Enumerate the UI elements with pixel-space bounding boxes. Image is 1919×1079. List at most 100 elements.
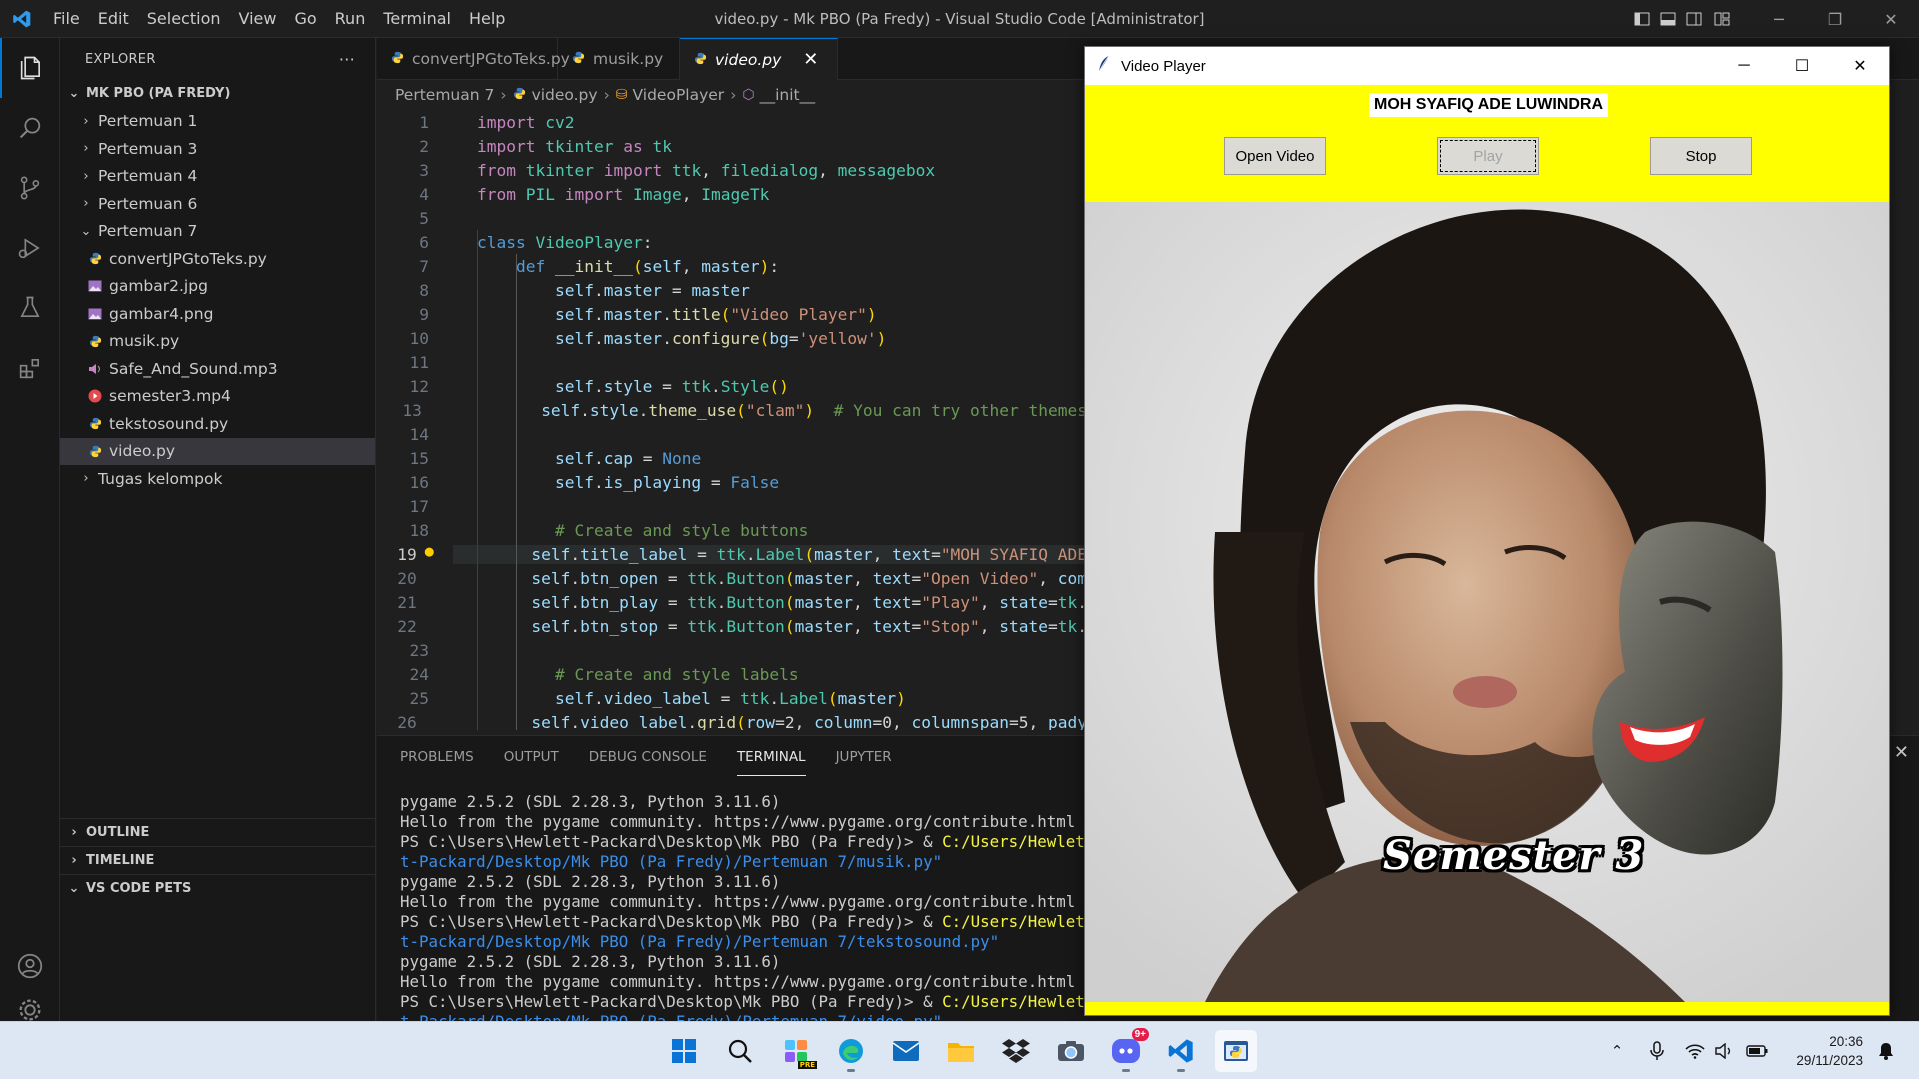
start-windows-icon[interactable] bbox=[663, 1030, 705, 1072]
menu-file[interactable]: File bbox=[44, 0, 89, 38]
microphone-icon[interactable] bbox=[1645, 1039, 1669, 1063]
customize-layout-icon[interactable] bbox=[1707, 0, 1737, 38]
notifications-bell-icon[interactable] bbox=[1874, 1039, 1898, 1063]
editor-tab[interactable]: video.py ✕ bbox=[680, 38, 838, 80]
dropbox-icon[interactable] bbox=[995, 1030, 1037, 1072]
code-line[interactable]: 16 self.is_playing = False bbox=[377, 470, 1087, 494]
vp-close-icon[interactable]: ✕ bbox=[1831, 47, 1889, 85]
code-line[interactable]: 8 self.master = master bbox=[377, 278, 1087, 302]
code-line[interactable]: 4 from PIL import Image, ImageTk bbox=[377, 182, 1087, 206]
vp-maximize-icon[interactable]: ☐ bbox=[1773, 47, 1831, 85]
wifi-icon[interactable] bbox=[1683, 1039, 1707, 1063]
menu-help[interactable]: Help bbox=[460, 0, 514, 38]
file-item[interactable]: semester3.mp4 bbox=[60, 383, 375, 411]
file-item[interactable]: gambar2.jpg bbox=[60, 273, 375, 301]
file-item[interactable]: Safe_And_Sound.mp3 bbox=[60, 355, 375, 383]
file-explorer-icon[interactable] bbox=[940, 1030, 982, 1072]
code-line[interactable]: 13 self.style.theme_use("clam") # You ca… bbox=[377, 398, 1087, 422]
play-button[interactable]: Play bbox=[1437, 137, 1539, 175]
explorer-icon[interactable] bbox=[0, 38, 60, 98]
panel-tab-problems[interactable]: PROBLEMS bbox=[400, 739, 474, 775]
tab-close-icon[interactable]: ✕ bbox=[803, 49, 818, 70]
code-line[interactable]: 11 bbox=[377, 350, 1087, 374]
code-line[interactable]: 26 self.video_label.grid(row=2, column=0… bbox=[377, 710, 1087, 731]
menu-edit[interactable]: Edit bbox=[89, 0, 138, 38]
testing-icon[interactable] bbox=[0, 278, 60, 338]
python-taskbar-icon[interactable] bbox=[1215, 1030, 1257, 1072]
code-line[interactable]: 12 self.style = ttk.Style() bbox=[377, 374, 1087, 398]
folder-item[interactable]: › Pertemuan 4 bbox=[60, 163, 375, 191]
file-item[interactable]: gambar4.png bbox=[60, 300, 375, 328]
close-icon[interactable]: ✕ bbox=[1863, 0, 1919, 38]
code-line[interactable]: 2 import tkinter as tk bbox=[377, 134, 1087, 158]
video-player-titlebar[interactable]: Video Player ─ ☐ ✕ bbox=[1085, 47, 1889, 85]
vscode-pets-section[interactable]: ⌄ VS CODE PETS bbox=[60, 874, 376, 902]
code-line[interactable]: 18 # Create and style buttons bbox=[377, 518, 1087, 542]
lightbulb-icon[interactable]: ● bbox=[425, 542, 434, 560]
panel-tab-terminal[interactable]: TERMINAL bbox=[736, 739, 806, 776]
battery-icon[interactable] bbox=[1745, 1039, 1769, 1063]
folder-item[interactable]: › Pertemuan 1 bbox=[60, 108, 375, 136]
vscode-taskbar-icon[interactable] bbox=[1160, 1030, 1202, 1072]
open-video-button[interactable]: Open Video bbox=[1224, 137, 1326, 175]
vp-minimize-icon[interactable]: ─ bbox=[1715, 47, 1773, 85]
file-item[interactable]: musik.py bbox=[60, 328, 375, 356]
panel-close-icon[interactable]: ✕ bbox=[1894, 742, 1909, 763]
restore-icon[interactable]: ❐ bbox=[1807, 0, 1863, 38]
code-line[interactable]: 22 self.btn_stop = ttk.Button(master, te… bbox=[377, 614, 1087, 638]
run-debug-icon[interactable] bbox=[0, 218, 60, 278]
code-line[interactable]: 17 bbox=[377, 494, 1087, 518]
minimize-icon[interactable]: ─ bbox=[1751, 0, 1807, 38]
show-hidden-icons-chevron-icon[interactable]: ⌃ bbox=[1605, 1039, 1629, 1063]
code-line[interactable]: 20 self.btn_open = ttk.Button(master, te… bbox=[377, 566, 1087, 590]
panel-tab-debug-console[interactable]: DEBUG CONSOLE bbox=[589, 739, 707, 775]
volume-icon[interactable] bbox=[1712, 1039, 1736, 1063]
code-line[interactable]: 15 self.cap = None bbox=[377, 446, 1087, 470]
copilot-icon[interactable]: PRE bbox=[775, 1030, 817, 1072]
file-item[interactable]: video.py bbox=[60, 437, 375, 465]
menu-go[interactable]: Go bbox=[285, 0, 325, 38]
code-line[interactable]: 19 ● self.title_label = ttk.Label(master,… bbox=[377, 542, 1087, 566]
breadcrumb-method[interactable]: __init__ bbox=[760, 86, 816, 104]
code-line[interactable]: 3 from tkinter import ttk, filedialog, me… bbox=[377, 158, 1087, 182]
extensions-icon[interactable] bbox=[0, 338, 60, 398]
toggle-secondary-sidebar-icon[interactable] bbox=[1681, 0, 1707, 38]
code-line[interactable]: 14 bbox=[377, 422, 1087, 446]
stop-button[interactable]: Stop bbox=[1650, 137, 1752, 175]
toggle-primary-sidebar-icon[interactable] bbox=[1629, 0, 1655, 38]
code-line[interactable]: 25 self.video_label = ttk.Label(master) bbox=[377, 686, 1087, 710]
code-line[interactable]: 24 # Create and style labels bbox=[377, 662, 1087, 686]
folder-item[interactable]: › Tugas kelompok bbox=[60, 465, 375, 493]
explorer-more-icon[interactable]: ··· bbox=[339, 50, 355, 69]
file-item[interactable]: tekstosound.py bbox=[60, 410, 375, 438]
code-line[interactable]: 1 import cv2 bbox=[377, 110, 1087, 134]
folder-item[interactable]: ⌄ Pertemuan 7 bbox=[60, 218, 375, 246]
code-line[interactable]: 23 bbox=[377, 638, 1087, 662]
menu-terminal[interactable]: Terminal bbox=[374, 0, 460, 38]
folder-item[interactable]: › Pertemuan 6 bbox=[60, 190, 375, 218]
outline-section[interactable]: › OUTLINE bbox=[60, 818, 376, 846]
panel-tab-jupyter[interactable]: JUPYTER bbox=[836, 739, 892, 775]
code-line[interactable]: 6 class VideoPlayer: bbox=[377, 230, 1087, 254]
code-line[interactable]: 9 self.master.title("Video Player") bbox=[377, 302, 1087, 326]
workspace-root[interactable]: ⌄ MK PBO (PA FREDY) bbox=[60, 80, 375, 108]
edge-browser-icon[interactable] bbox=[830, 1030, 872, 1072]
code-line[interactable]: 21 self.btn_play = ttk.Button(master, te… bbox=[377, 590, 1087, 614]
breadcrumb-class[interactable]: VideoPlayer bbox=[633, 86, 725, 104]
search-taskbar-icon[interactable] bbox=[719, 1030, 761, 1072]
source-control-icon[interactable] bbox=[0, 158, 60, 218]
code-line[interactable]: 7 def __init__(self, master): bbox=[377, 254, 1087, 278]
breadcrumb-file[interactable]: video.py bbox=[532, 86, 598, 104]
file-item[interactable]: convertJPGtoTeks.py bbox=[60, 245, 375, 273]
manage-gear-icon[interactable] bbox=[0, 996, 60, 1021]
menu-view[interactable]: View bbox=[230, 0, 286, 38]
timeline-section[interactable]: › TIMELINE bbox=[60, 846, 376, 874]
editor-tab[interactable]: convertJPGtoTeks.py bbox=[377, 38, 570, 80]
search-icon[interactable] bbox=[0, 98, 60, 158]
code-editor[interactable]: 1 import cv2 2 import tkinter as tk 3 from tk… bbox=[377, 110, 1087, 730]
camera-icon[interactable] bbox=[1050, 1030, 1092, 1072]
code-line[interactable]: 5 bbox=[377, 206, 1087, 230]
editor-tab[interactable]: musik.py bbox=[558, 38, 680, 80]
code-line[interactable]: 10 self.master.configure(bg='yellow') bbox=[377, 326, 1087, 350]
menu-selection[interactable]: Selection bbox=[138, 0, 230, 38]
